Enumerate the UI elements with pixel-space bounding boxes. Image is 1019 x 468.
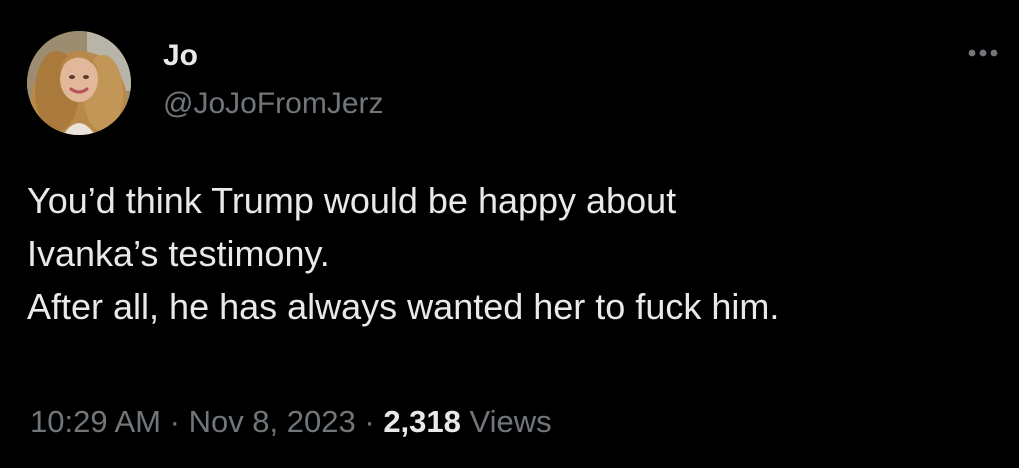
tweet-text-line: After all, he has always wanted her to f… (27, 286, 780, 327)
author-display-name[interactable]: Jo (163, 38, 198, 74)
author-handle[interactable]: @JoJoFromJerz (163, 86, 384, 122)
tweet-date[interactable]: Nov 8, 2023 (189, 404, 356, 439)
tweet-text-line: You’d think Trump would be happy about (27, 180, 677, 221)
tweet-text: You’d think Trump would be happy about I… (27, 174, 1002, 333)
more-options-button[interactable] (962, 38, 1004, 68)
views-count[interactable]: 2,318 (383, 404, 461, 439)
tweet-text-line: Ivanka’s testimony. (27, 233, 330, 274)
views-label: Views (469, 404, 552, 439)
profile-photo-icon (27, 31, 131, 135)
tweet-meta: 10:29 AM · Nov 8, 2023 · 2,318 Views (30, 402, 552, 442)
meta-separator: · (364, 404, 375, 439)
tweet-time[interactable]: 10:29 AM (30, 404, 161, 439)
ellipsis-icon (968, 49, 998, 57)
meta-separator: · (169, 404, 180, 439)
tweet-card: Jo @JoJoFromJerz You’d think Trump would… (0, 0, 1019, 468)
avatar[interactable] (27, 31, 131, 135)
